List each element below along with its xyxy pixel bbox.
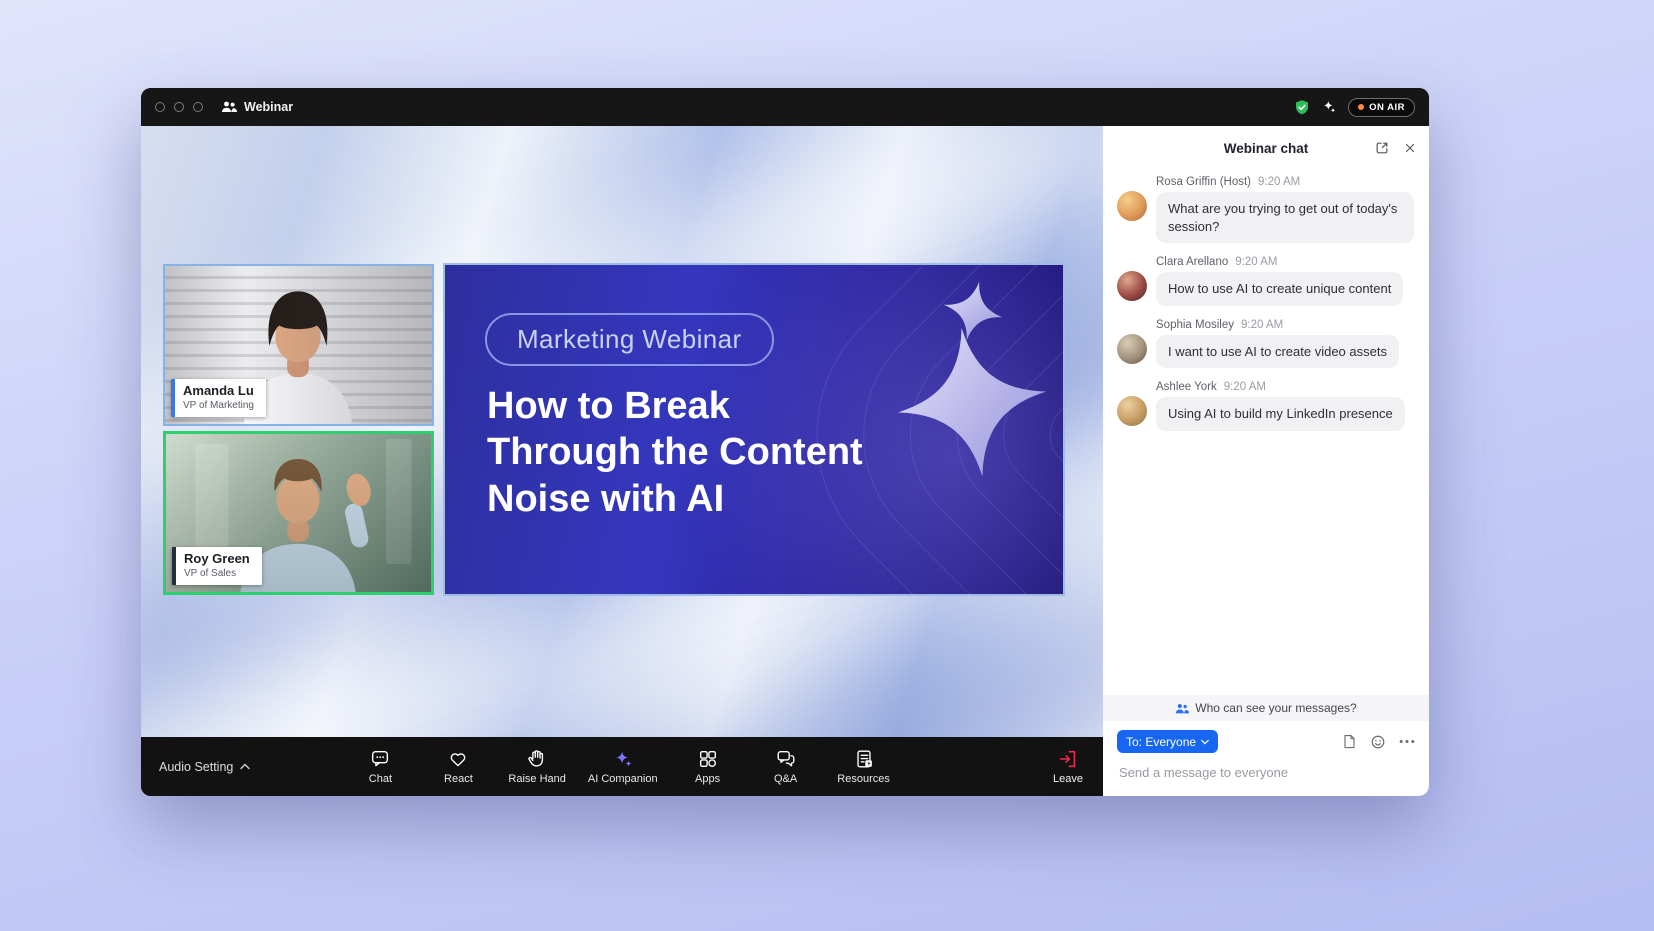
message-time: 9:20 AM [1224,381,1266,393]
participants-icon [221,100,237,114]
window-zoom-button[interactable] [193,102,203,112]
message-bubble: Using AI to build my LinkedIn presence [1156,397,1405,431]
chat-header-title: Webinar chat [1224,141,1309,156]
chat-message: Clara Arellano 9:20 AM How to use AI to c… [1117,256,1415,306]
raise-hand-icon [526,748,548,770]
app-title-label: Webinar [244,100,293,114]
message-time: 9:20 AM [1258,176,1300,188]
meeting-toolbar: Audio Setting Chat [141,737,1103,796]
emoji-icon[interactable] [1370,734,1386,750]
message-input[interactable] [1117,764,1419,781]
resources-label: Resources [837,773,890,785]
slide-badge: Marketing Webinar [485,313,774,366]
apps-button[interactable]: Apps [674,745,742,788]
shared-slide: Marketing Webinar How to Break Through t… [443,263,1065,596]
slide-title: How to Break Through the Content Noise w… [487,383,863,522]
resources-button[interactable]: Resources [830,745,898,788]
video-stage: Amanda Lu VP of Marketing [141,126,1103,737]
webinar-window: Webinar ON AIR [141,88,1429,796]
participant-role: VP of Marketing [183,399,254,412]
audio-setting-label: Audio Setting [159,760,233,774]
sender-name: Sophia Mosiley [1156,319,1234,331]
apps-label: Apps [695,773,720,785]
participant-name: Amanda Lu [183,383,254,399]
chat-message: Rosa Griffin (Host) 9:20 AM What are you … [1117,176,1415,243]
leave-icon [1057,748,1079,770]
video-tile-roy[interactable]: Roy Green VP of Sales [163,431,434,595]
avatar [1117,396,1147,426]
leave-button[interactable]: Leave [1053,748,1083,785]
to-everyone-button[interactable]: To: Everyone [1117,730,1218,753]
raise-hand-button[interactable]: Raise Hand [502,745,571,788]
ai-companion-button[interactable]: AI Companion [582,745,664,788]
privacy-note[interactable]: Who can see your messages? [1103,695,1429,721]
chat-button[interactable]: Chat [346,745,414,788]
window-minimize-button[interactable] [174,102,184,112]
chevron-down-icon [1201,739,1209,745]
heart-icon [447,748,469,770]
on-air-label: ON AIR [1369,102,1405,113]
react-button[interactable]: React [424,745,492,788]
resources-icon [853,748,875,770]
security-shield-icon[interactable] [1294,99,1310,116]
chat-header: Webinar chat [1103,126,1429,170]
window-close-button[interactable] [155,102,165,112]
pop-out-icon[interactable] [1374,140,1390,156]
to-everyone-label: To: Everyone [1126,735,1196,749]
participant-name: Roy Green [184,551,250,567]
message-bubble: What are you trying to get out of today'… [1156,192,1414,243]
slide-star-large [897,327,1047,477]
audio-setting-button[interactable]: Audio Setting [159,760,250,774]
message-bubble: I want to use AI to create video assets [1156,335,1399,369]
message-bubble: How to use AI to create unique content [1156,272,1403,306]
raise-hand-label: Raise Hand [508,773,565,785]
app-title: Webinar [221,100,293,114]
sender-name: Ashlee York [1156,381,1217,393]
people-privacy-icon [1175,702,1189,715]
titlebar: Webinar ON AIR [141,88,1429,126]
chat-message: Ashlee York 9:20 AM Using AI to build my … [1117,381,1415,431]
chevron-up-icon [240,763,250,770]
message-time: 9:20 AM [1241,319,1283,331]
ai-companion-sparkle-icon[interactable] [1321,99,1337,115]
close-icon[interactable] [1403,141,1417,155]
name-tag-amanda: Amanda Lu VP of Marketing [171,379,266,417]
webinar-chat-panel: Webinar chat Rosa Griffin [1103,126,1429,796]
avatar [1117,191,1147,221]
avatar [1117,271,1147,301]
ai-companion-label: AI Companion [588,773,658,785]
leave-label: Leave [1053,773,1083,785]
name-tag-roy: Roy Green VP of Sales [172,547,262,585]
video-tile-amanda[interactable]: Amanda Lu VP of Marketing [163,264,434,426]
on-air-dot [1358,104,1364,110]
more-options-icon[interactable] [1399,739,1415,744]
message-time: 9:20 AM [1235,256,1277,268]
window-controls [155,102,203,112]
sender-name: Clara Arellano [1156,256,1228,268]
sender-name: Rosa Griffin (Host) [1156,176,1251,188]
qa-icon [775,748,797,770]
qa-label: Q&A [774,773,797,785]
on-air-badge: ON AIR [1348,98,1415,117]
chat-label: Chat [369,773,392,785]
ai-companion-icon [612,748,634,770]
chat-icon [369,748,391,770]
chat-message: Sophia Mosiley 9:20 AM I want to use AI t… [1117,319,1415,369]
chat-compose-area: To: Everyone [1103,721,1429,796]
apps-icon [697,748,719,770]
chat-message-list: Rosa Griffin (Host) 9:20 AM What are you … [1103,170,1429,695]
avatar [1117,334,1147,364]
react-label: React [444,773,473,785]
privacy-note-text: Who can see your messages? [1195,701,1356,715]
file-attach-icon[interactable] [1342,733,1357,750]
qa-button[interactable]: Q&A [752,745,820,788]
participant-role: VP of Sales [184,567,250,580]
